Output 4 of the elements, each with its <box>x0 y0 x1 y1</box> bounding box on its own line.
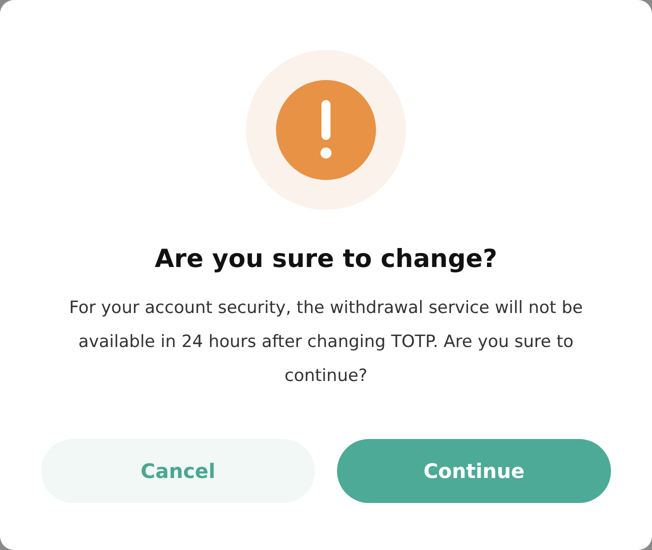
dialog-title: Are you sure to change? <box>154 244 498 273</box>
dialog-message: For your account security, the withdrawal service will not be available in 24 hours after changing TOTP. Are you sure to continue? <box>68 297 584 388</box>
cancel-button[interactable]: Cancel <box>41 439 315 503</box>
continue-button[interactable]: Continue <box>337 439 611 503</box>
